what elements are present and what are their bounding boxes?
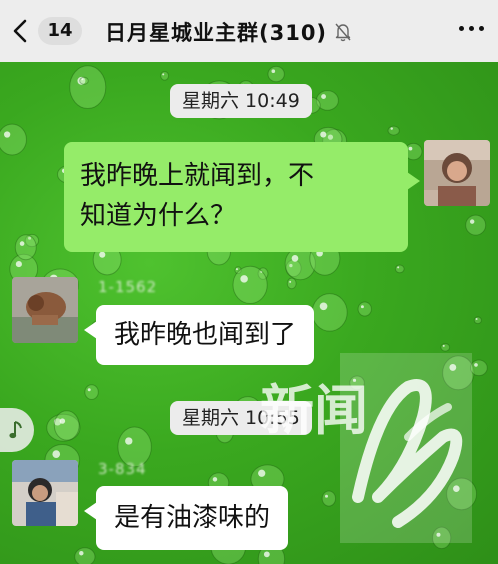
message-bubble-self[interactable]: 我昨晚上就闻到，不 知道为什么？ (64, 142, 420, 252)
chevron-left-icon[interactable] (6, 14, 36, 48)
back-button[interactable]: 14 (6, 14, 82, 48)
water-drop (357, 301, 372, 317)
avatar-image (424, 140, 490, 206)
more-dot[interactable] (469, 26, 474, 31)
more-options-button[interactable] (459, 26, 484, 31)
chat-area[interactable]: 星期六 10:49 我昨晚上就闻到，不 知道为什么？ 1-1562 我昨晚也闻到… (0, 62, 498, 564)
unread-count-badge[interactable]: 14 (38, 17, 82, 45)
avatar-image (12, 460, 78, 526)
sender-name: 1-1562 (98, 278, 158, 296)
water-drop (74, 547, 96, 564)
sender-name: 3-834 (98, 460, 147, 478)
more-dots-icon[interactable] (459, 26, 464, 31)
water-drop (84, 384, 99, 400)
timestamp: 星期六 10:49 (170, 84, 312, 118)
water-drop (286, 277, 297, 290)
music-note-icon[interactable] (8, 419, 26, 441)
avatar-member[interactable] (12, 460, 78, 526)
chat-header: 14 日月星城业主群(310) (0, 0, 498, 62)
avatar-member[interactable] (12, 277, 78, 343)
water-drop (465, 214, 487, 236)
watermark-char: 新闻 (260, 381, 368, 441)
water-drop (232, 265, 268, 305)
water-drop (79, 76, 89, 85)
water-drop (69, 65, 107, 110)
avatar-self[interactable] (424, 140, 490, 206)
bell-slash-icon (335, 23, 351, 42)
chat-title[interactable]: 日月星城业主群(310) (105, 17, 327, 47)
water-drop (14, 234, 37, 261)
avatar-image (12, 277, 78, 343)
water-drop (387, 125, 400, 136)
water-drop (53, 410, 80, 441)
message-line: 我昨晚上就闻到，不 (80, 161, 315, 191)
water-drop (394, 264, 405, 274)
more-dot[interactable] (479, 26, 484, 31)
water-drop (160, 70, 170, 81)
water-drop (267, 65, 285, 83)
chat-title-area[interactable]: 日月星城业主群(310) (105, 16, 353, 48)
water-drop (311, 293, 348, 332)
water-drop (0, 123, 27, 156)
water-drop (473, 316, 482, 325)
message-line: 知道为什么？ (80, 201, 237, 231)
news-watermark-logo: 新闻 (260, 353, 472, 543)
